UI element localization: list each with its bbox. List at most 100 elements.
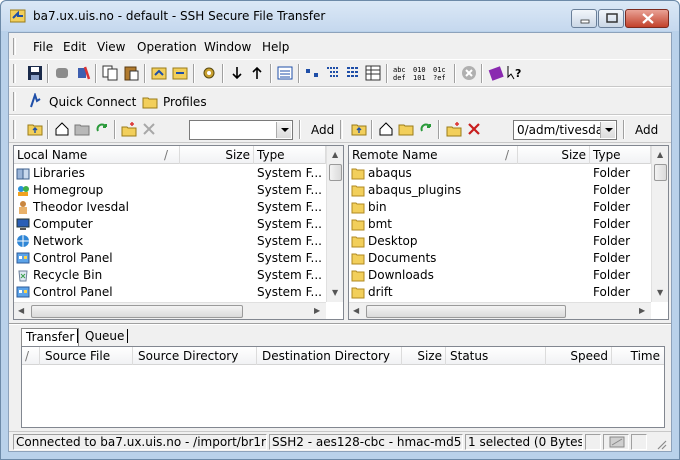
remote-file-row[interactable]: Downloads Folder: [349, 267, 649, 284]
remote-new-folder-icon[interactable]: [398, 121, 414, 137]
context-help-icon[interactable]: ?: [507, 65, 523, 81]
scroll-up-icon[interactable]: ▲: [332, 150, 338, 159]
status-column-header[interactable]: Status: [446, 347, 546, 365]
tree-view-icon[interactable]: [325, 65, 341, 81]
local-add-button[interactable]: Add: [311, 123, 334, 137]
local-home-icon[interactable]: [54, 121, 70, 137]
local-vscroll-thumb[interactable]: [329, 164, 342, 181]
local-size-column-header[interactable]: Size: [180, 146, 254, 164]
tab-queue[interactable]: Queue: [81, 328, 128, 346]
remote-delete-icon[interactable]: [466, 121, 482, 137]
local-file-row[interactable]: Control Panel System F...: [14, 284, 322, 301]
title-bar[interactable]: ba7.ux.uis.no - default - SSH Secure Fil…: [1, 1, 679, 31]
help-book-icon[interactable]: [488, 65, 504, 81]
scroll-up-icon[interactable]: ▲: [657, 150, 663, 159]
list-view-icon[interactable]: [277, 65, 293, 81]
menu-view[interactable]: View: [97, 40, 125, 54]
local-file-row[interactable]: Recycle Bin System F...: [14, 267, 322, 284]
remote-type-column-header[interactable]: Type: [590, 146, 651, 164]
pane-splitter[interactable]: [9, 323, 671, 325]
scroll-left-icon[interactable]: ◀: [353, 306, 359, 315]
scroll-right-icon[interactable]: ▶: [314, 306, 320, 315]
local-refresh-icon[interactable]: [94, 121, 110, 137]
source-directory-column-header[interactable]: Source Directory: [133, 347, 257, 365]
copy-icon[interactable]: [102, 65, 118, 81]
local-file-row[interactable]: Homegroup System F...: [14, 182, 322, 199]
sort-indicator-icon[interactable]: /: [22, 347, 40, 365]
remote-vertical-scrollbar[interactable]: ▲ ▼: [651, 146, 668, 302]
scroll-down-icon[interactable]: ▼: [332, 288, 338, 297]
local-path-combo[interactable]: [189, 120, 293, 140]
destination-directory-column-header[interactable]: Destination Directory: [257, 347, 402, 365]
ascii-mode-icon[interactable]: abcdef: [393, 65, 409, 81]
menu-file[interactable]: File: [33, 40, 53, 54]
remote-path-combo[interactable]: 0/adm/tivesda: [513, 120, 617, 140]
remote-home-icon[interactable]: [378, 121, 394, 137]
local-file-row[interactable]: Network System F...: [14, 233, 322, 250]
local-file-row[interactable]: Libraries System F...: [14, 165, 322, 182]
remote-file-row[interactable]: abaqus_plugins Folder: [349, 182, 649, 199]
source-file-column-header[interactable]: Source File: [40, 347, 133, 365]
menu-window[interactable]: Window: [204, 40, 251, 54]
remote-new-item-icon[interactable]: [446, 121, 462, 137]
local-horizontal-scrollbar[interactable]: ◀ ▶: [14, 302, 326, 319]
remote-file-row[interactable]: drift Folder: [349, 284, 649, 301]
remote-file-row[interactable]: bin Folder: [349, 199, 649, 216]
save-icon[interactable]: [27, 65, 43, 81]
local-file-row[interactable]: Theodor Ivesdal System F...: [14, 199, 322, 216]
connect-icon[interactable]: [75, 65, 91, 81]
chevron-down-icon[interactable]: [600, 122, 615, 138]
time-column-header[interactable]: Time: [612, 347, 664, 365]
resize-grip-icon[interactable]: [655, 438, 667, 450]
speed-column-header[interactable]: Speed: [546, 347, 612, 365]
transfer-size-column-header[interactable]: Size: [402, 347, 446, 365]
local-name-column-header[interactable]: Local Name /: [14, 146, 180, 164]
quick-connect-grip[interactable]: [13, 92, 16, 111]
details-icon[interactable]: [365, 65, 381, 81]
local-new-folder-icon[interactable]: [74, 121, 90, 137]
tab-transfer[interactable]: Transfer: [21, 328, 80, 346]
remote-add-button[interactable]: Add: [635, 123, 658, 137]
local-new-item-icon[interactable]: [121, 121, 137, 137]
local-file-row[interactable]: Control Panel System F...: [14, 250, 322, 267]
remote-file-list[interactable]: Remote Name / Size Type abaqus Folder abaqu…: [348, 145, 669, 320]
remote-file-row[interactable]: Desktop Folder: [349, 233, 649, 250]
download-icon[interactable]: [229, 65, 245, 81]
scroll-left-icon[interactable]: ◀: [18, 306, 24, 315]
chevron-down-icon[interactable]: [276, 122, 291, 138]
remote-horizontal-scrollbar[interactable]: ◀ ▶: [349, 302, 651, 319]
local-type-column-header[interactable]: Type: [254, 146, 326, 164]
binary-mode-icon[interactable]: 010101: [413, 65, 429, 81]
local-hscroll-thumb[interactable]: [31, 305, 243, 318]
toolbar-grip[interactable]: [13, 64, 16, 83]
close-button[interactable]: [625, 9, 669, 28]
menu-edit[interactable]: Edit: [63, 40, 86, 54]
auto-mode-icon[interactable]: 01c?ef: [433, 65, 449, 81]
transfer-list[interactable]: / Source File Source Directory Destinati…: [21, 346, 665, 428]
remote-up-folder-icon[interactable]: [351, 121, 367, 137]
maximize-button[interactable]: [598, 9, 624, 28]
scroll-down-icon[interactable]: ▼: [657, 288, 663, 297]
local-delete-icon[interactable]: [141, 121, 157, 137]
stop-icon[interactable]: [461, 65, 477, 81]
settings-icon[interactable]: [201, 65, 217, 81]
menu-help[interactable]: Help: [262, 40, 289, 54]
upload-icon[interactable]: [249, 65, 265, 81]
new-terminal-icon[interactable]: [151, 65, 167, 81]
remote-file-row[interactable]: abaqus Folder: [349, 165, 649, 182]
remote-file-row[interactable]: bmt Folder: [349, 216, 649, 233]
list-icon[interactable]: [345, 65, 361, 81]
local-up-folder-icon[interactable]: [27, 121, 43, 137]
remote-refresh-icon[interactable]: [418, 121, 434, 137]
local-file-row[interactable]: Computer System F...: [14, 216, 322, 233]
local-vertical-scrollbar[interactable]: ▲ ▼: [326, 146, 343, 302]
remote-size-column-header[interactable]: Size: [518, 146, 590, 164]
menu-operation[interactable]: Operation: [137, 40, 197, 54]
remote-toolbar-grip[interactable]: [340, 120, 343, 139]
scroll-right-icon[interactable]: ▶: [639, 306, 645, 315]
small-icons-icon[interactable]: [305, 65, 321, 81]
remote-file-row[interactable]: Documents Folder: [349, 250, 649, 267]
remote-name-column-header[interactable]: Remote Name /: [349, 146, 518, 164]
local-toolbar-grip[interactable]: [13, 120, 16, 139]
local-file-list[interactable]: Local Name / Size Type Libraries System F.…: [13, 145, 344, 320]
